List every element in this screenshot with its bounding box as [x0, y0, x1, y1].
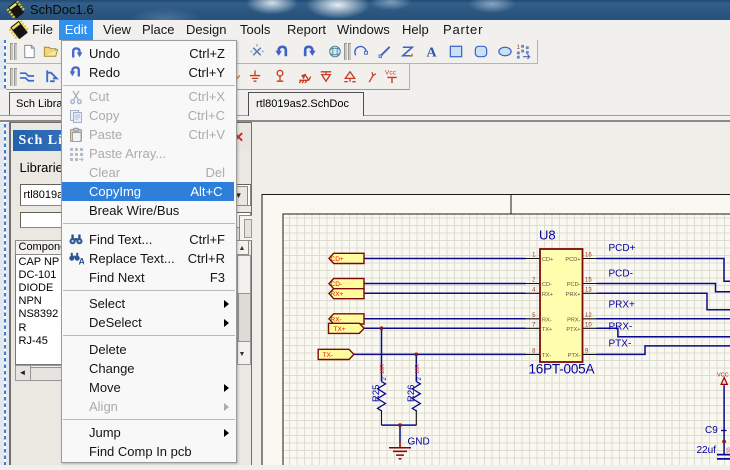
svg-text:10: 10 — [585, 322, 592, 328]
svg-text:RX+: RX+ — [330, 291, 343, 298]
svg-text:PTX-: PTX- — [608, 339, 631, 350]
svg-text:1: 1 — [516, 44, 520, 51]
svg-text:GND: GND — [407, 437, 429, 448]
svg-text:TX+: TX+ — [542, 327, 552, 333]
svg-text:CD-: CD- — [542, 282, 552, 288]
svg-text:Vcc: Vcc — [385, 70, 397, 77]
svg-text:PTX-: PTX- — [567, 353, 580, 359]
svg-text:PRX-: PRX- — [608, 322, 632, 333]
svg-text:CD-: CD- — [330, 281, 342, 288]
svg-text:CD+: CD+ — [542, 257, 553, 263]
svg-text:TX-: TX- — [542, 353, 551, 359]
svg-text:PCD+: PCD+ — [565, 257, 580, 263]
svg-text:PCD-: PCD- — [566, 282, 580, 288]
svg-text:RX-: RX- — [542, 317, 552, 323]
svg-text:VCC: VCC — [717, 372, 729, 378]
svg-text:PRX+: PRX+ — [608, 300, 635, 311]
svg-text:22uf: 22uf — [696, 445, 716, 456]
svg-text:PRX+: PRX+ — [565, 292, 580, 298]
svg-text:CD+: CD+ — [330, 256, 343, 263]
svg-text:C9: C9 — [705, 425, 718, 436]
svg-text:16PT-005A: 16PT-005A — [528, 362, 594, 377]
svg-text:10R: 10R — [414, 364, 420, 374]
svg-text:PCD-: PCD- — [608, 269, 632, 280]
svg-text:R26: R26 — [405, 385, 416, 402]
svg-text:TX-: TX- — [322, 352, 332, 359]
svg-text:A: A — [426, 45, 437, 60]
svg-text:16: 16 — [585, 253, 592, 259]
svg-text:TX+: TX+ — [333, 326, 345, 333]
svg-text:U8: U8 — [539, 228, 556, 243]
svg-text:RX+: RX+ — [542, 292, 553, 298]
svg-text:10: 10 — [726, 447, 730, 453]
svg-text:PRX-: PRX- — [567, 317, 581, 323]
svg-text:12: 12 — [585, 313, 592, 319]
svg-text:PTX+: PTX+ — [566, 327, 580, 333]
svg-text:13: 13 — [585, 287, 592, 293]
svg-text:15: 15 — [585, 278, 592, 284]
svg-text:R25: R25 — [371, 385, 382, 402]
svg-text:PCD+: PCD+ — [608, 243, 635, 254]
svg-text:RX-: RX- — [330, 316, 341, 323]
svg-text:10R: 10R — [380, 364, 386, 374]
svg-text:A: A — [79, 257, 85, 267]
